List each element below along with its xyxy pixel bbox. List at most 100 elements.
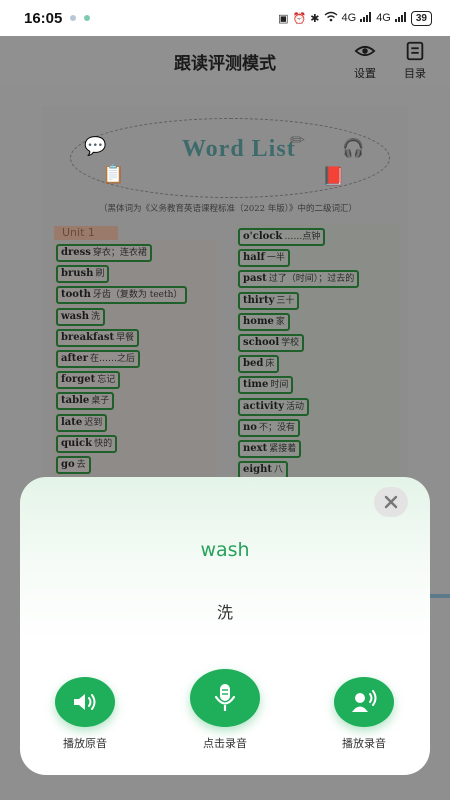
word-english: dress [61,247,91,258]
word-english: go [61,459,75,470]
wifi-icon [324,11,338,25]
word-chinese: 穿衣；连衣裙 [92,248,147,258]
word-list-item[interactable]: no 不；没有 [238,418,300,437]
network-label: 4G [341,12,357,24]
word-english: eight [243,464,273,476]
settings-button[interactable]: 设置 [354,40,376,81]
network-label: 4G [376,12,391,24]
word-list-item[interactable]: forget 忘记 [56,371,121,390]
word-list-item[interactable]: wash 洗 [56,307,106,326]
word-english: forget [61,374,96,386]
play-recording-label: 播放录音 [342,737,386,750]
word-list-item[interactable]: late 迟到 [56,413,108,432]
word-english: brush [61,268,94,280]
catalog-label: 目录 [404,67,426,80]
speech-bubble-icon: 💬 [84,136,107,157]
play-original-label: 播放原音 [63,737,107,750]
word-list-item[interactable]: next 紧接着 [238,440,302,458]
speaker-icon [74,694,96,710]
word-english: past [243,273,267,285]
word-list-item[interactable]: after 在……之后 [56,350,141,368]
voice-playback-icon [352,690,377,712]
word-list-heading: Word List [182,136,296,162]
word-list-item[interactable]: tooth 牙齿（复数为 teeth） [56,286,188,305]
word-english: tooth [61,289,91,301]
word-english: o'clock [243,231,283,242]
play-original-button[interactable] [55,677,115,727]
word-english: half [243,252,265,264]
word-english: no [243,421,257,433]
word-chinese: 不；没有 [258,422,295,433]
status-left: 16:05 [24,10,91,27]
record-button[interactable] [190,669,260,727]
play-recording-button[interactable] [334,677,394,727]
word-english: table [61,395,90,407]
word-english: activity [243,400,285,412]
record-label: 点击录音 [203,737,247,750]
word-list-item[interactable]: table 桌子 [56,392,115,411]
word-chinese: 学校 [281,338,300,348]
word-chinese: ……点钟 [284,232,321,242]
book-icon: 📕 [322,166,345,187]
current-word-meaning: 洗 [216,603,233,622]
nfc-icon: ▣ [278,12,289,25]
catalog-button[interactable]: 目录 [404,40,426,81]
word-chinese: 忘记 [97,375,116,386]
word-chinese: 时间 [270,380,289,391]
word-chinese: 桌子 [91,396,110,407]
headphones-icon: 🎧 [342,138,365,159]
word-english: bed [243,358,264,370]
eye-icon [354,45,376,57]
bluetooth-icon: ✱ [310,12,320,25]
word-chinese: 迟到 [84,417,103,428]
word-english: home [243,315,274,327]
word-list-item[interactable]: activity 活动 [238,397,310,416]
close-button[interactable] [374,487,408,517]
pronunciation-modal: wash 洗 播放原音 点击录音 播放录音 [20,477,430,775]
notification-dot-icon [84,15,91,21]
notebook-icon: 📋 [102,164,125,185]
current-word: wash [200,539,250,561]
word-english: breakfast [61,331,115,343]
word-chinese: 去 [76,460,86,470]
signal-icon [394,11,407,25]
word-chinese: 三十 [276,295,295,306]
word-list-item[interactable]: past 过了（时间）；过去的 [238,270,360,289]
textbook-page: 💬 📋 ✏ 🎧 📕 Word List （黑体词为《义务教育英语课程标准（202… [42,106,408,501]
word-english: late [61,416,83,428]
close-icon [384,495,398,509]
word-chinese: 快的 [94,438,113,449]
word-list-item[interactable]: thirty 三十 [238,291,300,310]
word-list-item[interactable]: home 家 [238,312,290,331]
word-list-item[interactable]: go 去 [56,456,91,474]
word-english: time [243,379,269,391]
word-chinese: 牙齿（复数为 teeth） [92,290,183,301]
word-chinese: 紧接着 [269,444,297,454]
word-chinese: 刷 [95,269,105,280]
word-column-left: dress 穿衣；连衣裙 brush 刷 tooth 牙齿（复数为 teeth） wash 洗… [52,240,217,496]
settings-label: 设置 [354,67,376,80]
word-list-item[interactable]: school 学校 [238,334,305,352]
word-column-right: o'clock ……点钟 half 一半 past 过了（时间）；过去的 thirty 三十 h… [234,224,399,501]
word-list-item[interactable]: o'clock ……点钟 [238,228,326,246]
word-list-item[interactable]: half 一半 [238,249,290,268]
word-list-item[interactable]: bed 床 [238,355,280,374]
word-chinese: 活动 [286,401,305,412]
word-list-item[interactable]: breakfast 早餐 [56,328,140,347]
scroll-indicator [428,594,450,598]
signal-icon [360,11,372,25]
word-list-subtitle: （黑体词为《义务教育英语课程标准（2022 年版）》中的二级词汇） [98,204,358,214]
word-english: quick [61,437,93,449]
word-english: after [61,353,89,364]
word-list-item[interactable]: brush 刷 [56,265,110,284]
word-list-item[interactable]: quick 快的 [56,434,118,453]
record-action: 点击录音 [190,669,260,751]
word-list-item[interactable]: dress 穿衣；连衣裙 [56,244,152,262]
word-list-item[interactable]: time 时间 [238,376,294,395]
word-english: next [243,443,268,454]
word-english: wash [61,310,89,322]
play-recording-action: 播放录音 [334,677,394,751]
word-chinese: 在……之后 [90,354,136,364]
app-header: 跟读评测模式 设置 目录 [0,36,450,86]
play-original-action: 播放原音 [55,677,115,751]
